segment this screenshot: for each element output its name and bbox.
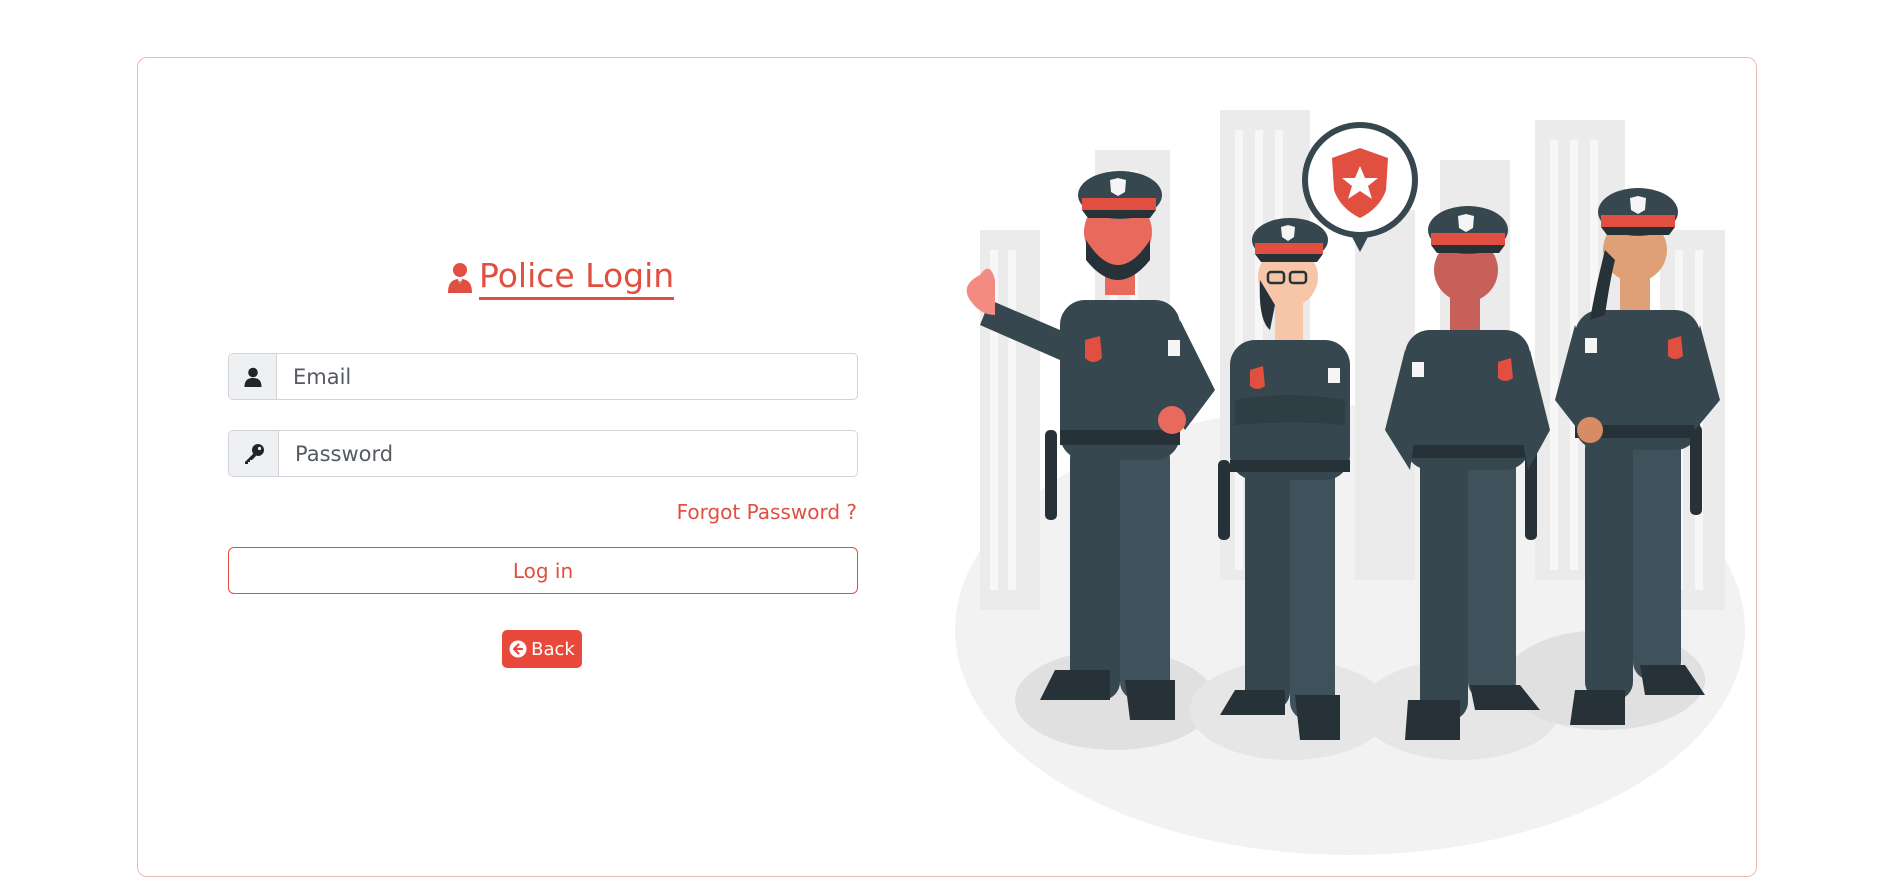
forgot-password-link[interactable]: Forgot Password ?: [677, 500, 857, 524]
email-input[interactable]: [277, 354, 857, 399]
user-icon: [244, 367, 261, 387]
page-title: Police Login: [447, 256, 675, 300]
key-icon: [244, 443, 264, 464]
back-button-label: Back: [531, 638, 575, 660]
password-addon: [229, 431, 279, 476]
password-input-group: [228, 430, 858, 477]
email-addon: [229, 354, 277, 399]
password-input[interactable]: [279, 431, 857, 476]
police-officers-illustration: [955, 110, 1745, 855]
arrow-circle-left-icon: [509, 640, 527, 658]
email-input-group: [228, 353, 858, 400]
login-button[interactable]: Log in: [228, 547, 858, 594]
page-title-text: Police Login: [479, 256, 675, 300]
police-officer-icon: [448, 263, 472, 293]
back-button[interactable]: Back: [502, 630, 582, 668]
